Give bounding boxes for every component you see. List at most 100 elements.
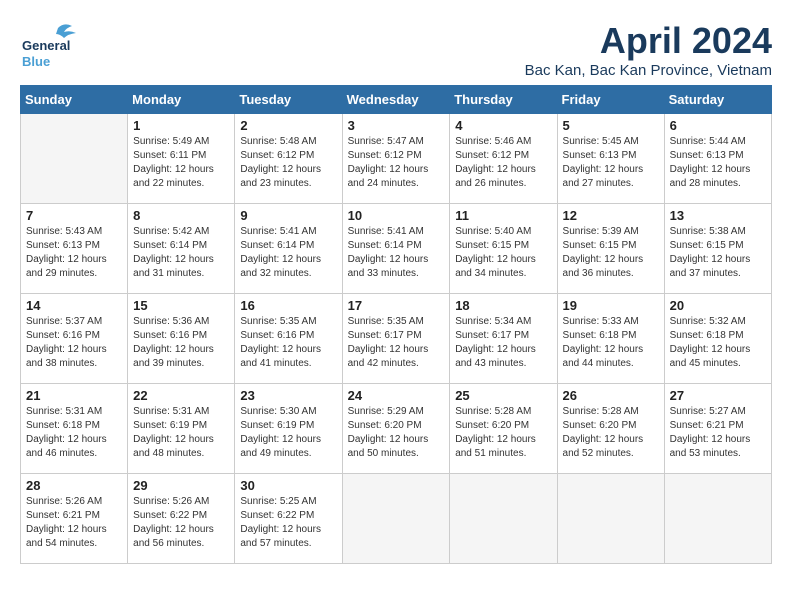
day-info: Sunrise: 5:41 AM Sunset: 6:14 PM Dayligh… [348, 225, 445, 281]
day-info: Sunrise: 5:43 AM Sunset: 6:13 PM Dayligh… [26, 225, 122, 281]
weekday-header-cell: Saturday [664, 86, 771, 114]
day-number: 21 [26, 388, 122, 403]
day-number: 2 [240, 118, 336, 133]
day-info: Sunrise: 5:32 AM Sunset: 6:18 PM Dayligh… [670, 315, 766, 371]
calendar-day-cell: 11 Sunrise: 5:40 AM Sunset: 6:15 PM Dayli… [450, 204, 557, 294]
calendar-day-cell: 18 Sunrise: 5:34 AM Sunset: 6:17 PM Dayli… [450, 294, 557, 384]
weekday-header-cell: Tuesday [235, 86, 342, 114]
calendar-day-cell [21, 114, 128, 204]
day-info: Sunrise: 5:37 AM Sunset: 6:16 PM Dayligh… [26, 315, 122, 371]
day-info: Sunrise: 5:26 AM Sunset: 6:22 PM Dayligh… [133, 495, 229, 551]
day-number: 11 [455, 208, 551, 223]
calendar-day-cell: 17 Sunrise: 5:35 AM Sunset: 6:17 PM Dayli… [342, 294, 450, 384]
calendar-day-cell [557, 474, 664, 564]
day-info: Sunrise: 5:46 AM Sunset: 6:12 PM Dayligh… [455, 135, 551, 191]
calendar-day-cell: 1Sunrise: 5:49 AM Sunset: 6:11 PM Daylig… [128, 114, 235, 204]
day-number: 3 [348, 118, 445, 133]
day-number: 30 [240, 478, 336, 493]
calendar-day-cell: 22 Sunrise: 5:31 AM Sunset: 6:19 PM Dayli… [128, 384, 235, 474]
day-number: 15 [133, 298, 229, 313]
day-number: 27 [670, 388, 766, 403]
day-info: Sunrise: 5:35 AM Sunset: 6:17 PM Dayligh… [348, 315, 445, 371]
day-number: 13 [670, 208, 766, 223]
calendar-day-cell: 27 Sunrise: 5:27 AM Sunset: 6:21 PM Dayli… [664, 384, 771, 474]
weekday-header-row: SundayMondayTuesdayWednesdayThursdayFrid… [21, 86, 772, 114]
day-info: Sunrise: 5:29 AM Sunset: 6:20 PM Dayligh… [348, 405, 445, 461]
calendar-day-cell: 24 Sunrise: 5:29 AM Sunset: 6:20 PM Dayli… [342, 384, 450, 474]
calendar-day-cell: 2 Sunrise: 5:48 AM Sunset: 6:12 PM Daylig… [235, 114, 342, 204]
calendar-week-row: 21 Sunrise: 5:31 AM Sunset: 6:18 PM Dayli… [21, 384, 772, 474]
calendar-day-cell: 19Sunrise: 5:33 AM Sunset: 6:18 PM Dayli… [557, 294, 664, 384]
day-info: Sunrise: 5:41 AM Sunset: 6:14 PM Dayligh… [240, 225, 336, 281]
day-number: 22 [133, 388, 229, 403]
calendar-day-cell [450, 474, 557, 564]
calendar-day-cell [342, 474, 450, 564]
day-number: 19 [563, 298, 659, 313]
day-number: 9 [240, 208, 336, 223]
day-info: Sunrise: 5:44 AM Sunset: 6:13 PM Dayligh… [670, 135, 766, 191]
day-number: 17 [348, 298, 445, 313]
calendar-week-row: 7 Sunrise: 5:43 AM Sunset: 6:13 PM Daylig… [21, 204, 772, 294]
location-title: Bac Kan, Bac Kan Province, Vietnam [525, 62, 772, 79]
day-info: Sunrise: 5:49 AM Sunset: 6:11 PM Dayligh… [133, 135, 229, 191]
day-info: Sunrise: 5:31 AM Sunset: 6:18 PM Dayligh… [26, 405, 122, 461]
logo-icon: General Blue [20, 20, 80, 70]
day-info: Sunrise: 5:36 AM Sunset: 6:16 PM Dayligh… [133, 315, 229, 371]
calendar-day-cell: 10 Sunrise: 5:41 AM Sunset: 6:14 PM Dayli… [342, 204, 450, 294]
calendar-body: 1Sunrise: 5:49 AM Sunset: 6:11 PM Daylig… [21, 114, 772, 564]
day-info: Sunrise: 5:34 AM Sunset: 6:17 PM Dayligh… [455, 315, 551, 371]
month-title: April 2024 [525, 20, 772, 62]
svg-text:Blue: Blue [22, 54, 50, 69]
day-info: Sunrise: 5:48 AM Sunset: 6:12 PM Dayligh… [240, 135, 336, 191]
day-number: 16 [240, 298, 336, 313]
day-number: 4 [455, 118, 551, 133]
day-number: 8 [133, 208, 229, 223]
day-number: 7 [26, 208, 122, 223]
day-number: 5 [563, 118, 659, 133]
weekday-header-cell: Monday [128, 86, 235, 114]
day-number: 24 [348, 388, 445, 403]
calendar-day-cell: 14 Sunrise: 5:37 AM Sunset: 6:16 PM Dayli… [21, 294, 128, 384]
calendar-day-cell: 7 Sunrise: 5:43 AM Sunset: 6:13 PM Daylig… [21, 204, 128, 294]
calendar-day-cell [664, 474, 771, 564]
day-number: 23 [240, 388, 336, 403]
calendar-day-cell: 9 Sunrise: 5:41 AM Sunset: 6:14 PM Daylig… [235, 204, 342, 294]
calendar-day-cell: 26 Sunrise: 5:28 AM Sunset: 6:20 PM Dayli… [557, 384, 664, 474]
calendar-day-cell: 23Sunrise: 5:30 AM Sunset: 6:19 PM Dayli… [235, 384, 342, 474]
day-number: 20 [670, 298, 766, 313]
day-info: Sunrise: 5:27 AM Sunset: 6:21 PM Dayligh… [670, 405, 766, 461]
day-number: 18 [455, 298, 551, 313]
day-info: Sunrise: 5:31 AM Sunset: 6:19 PM Dayligh… [133, 405, 229, 461]
day-number: 26 [563, 388, 659, 403]
calendar-day-cell: 3 Sunrise: 5:47 AM Sunset: 6:12 PM Daylig… [342, 114, 450, 204]
day-info: Sunrise: 5:26 AM Sunset: 6:21 PM Dayligh… [26, 495, 122, 551]
day-info: Sunrise: 5:38 AM Sunset: 6:15 PM Dayligh… [670, 225, 766, 281]
day-info: Sunrise: 5:47 AM Sunset: 6:12 PM Dayligh… [348, 135, 445, 191]
day-number: 12 [563, 208, 659, 223]
calendar-week-row: 1Sunrise: 5:49 AM Sunset: 6:11 PM Daylig… [21, 114, 772, 204]
calendar-day-cell: 29 Sunrise: 5:26 AM Sunset: 6:22 PM Dayli… [128, 474, 235, 564]
calendar-week-row: 28 Sunrise: 5:26 AM Sunset: 6:21 PM Dayli… [21, 474, 772, 564]
calendar-day-cell: 6 Sunrise: 5:44 AM Sunset: 6:13 PM Daylig… [664, 114, 771, 204]
calendar-day-cell: 4 Sunrise: 5:46 AM Sunset: 6:12 PM Daylig… [450, 114, 557, 204]
svg-text:General: General [22, 38, 70, 53]
day-info: Sunrise: 5:42 AM Sunset: 6:14 PM Dayligh… [133, 225, 229, 281]
day-number: 28 [26, 478, 122, 493]
day-info: Sunrise: 5:40 AM Sunset: 6:15 PM Dayligh… [455, 225, 551, 281]
calendar-day-cell: 30Sunrise: 5:25 AM Sunset: 6:22 PM Dayli… [235, 474, 342, 564]
day-number: 10 [348, 208, 445, 223]
day-number: 25 [455, 388, 551, 403]
day-info: Sunrise: 5:39 AM Sunset: 6:15 PM Dayligh… [563, 225, 659, 281]
calendar-day-cell: 8 Sunrise: 5:42 AM Sunset: 6:14 PM Daylig… [128, 204, 235, 294]
page-header: General Blue April 2024 Bac Kan, Bac Kan… [20, 20, 772, 79]
calendar-day-cell: 5Sunrise: 5:45 AM Sunset: 6:13 PM Daylig… [557, 114, 664, 204]
logo: General Blue [20, 20, 80, 75]
day-info: Sunrise: 5:35 AM Sunset: 6:16 PM Dayligh… [240, 315, 336, 371]
weekday-header-cell: Friday [557, 86, 664, 114]
day-number: 29 [133, 478, 229, 493]
calendar-day-cell: 28 Sunrise: 5:26 AM Sunset: 6:21 PM Dayli… [21, 474, 128, 564]
day-number: 14 [26, 298, 122, 313]
calendar-day-cell: 21 Sunrise: 5:31 AM Sunset: 6:18 PM Dayli… [21, 384, 128, 474]
day-info: Sunrise: 5:28 AM Sunset: 6:20 PM Dayligh… [563, 405, 659, 461]
day-number: 6 [670, 118, 766, 133]
